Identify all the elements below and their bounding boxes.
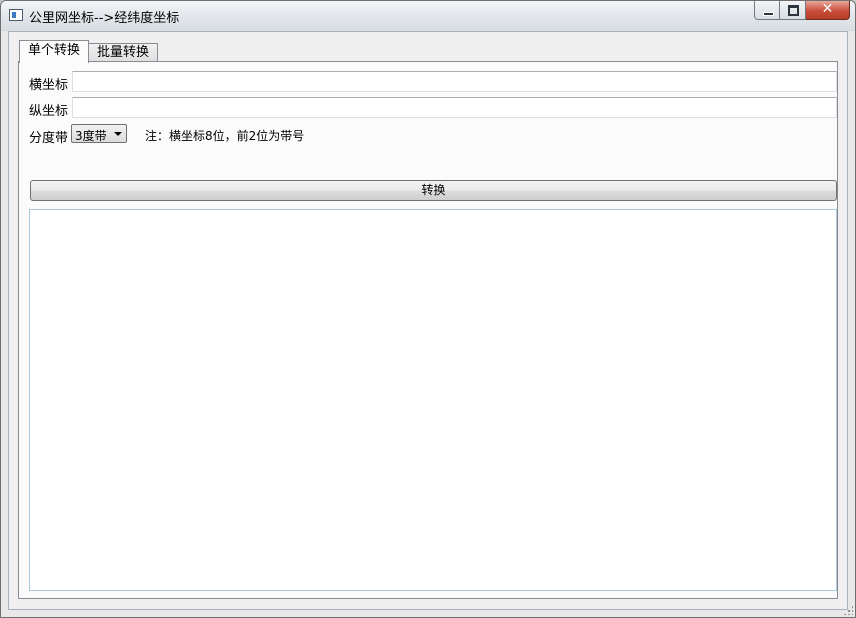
close-button[interactable]: ✕ <box>806 1 850 20</box>
app-icon <box>9 9 23 21</box>
client-area: 单个转换 批量转换 横坐标 纵坐标 分度带 3度带 注：横坐标8位，前2位为带号… <box>8 31 848 610</box>
zone-label: 分度带 <box>29 131 69 146</box>
minimize-button[interactable] <box>754 1 780 20</box>
maximize-button[interactable] <box>780 1 806 20</box>
coordinate-note: 注：横坐标8位，前2位为带号 <box>145 129 305 143</box>
zone-row: 分度带 3度带 注：横坐标8位，前2位为带号 <box>29 124 837 146</box>
convert-button[interactable]: 转换 <box>30 180 837 201</box>
x-coordinate-input[interactable] <box>72 71 837 92</box>
chevron-down-icon <box>114 132 122 136</box>
x-coordinate-row: 横坐标 <box>29 71 837 93</box>
single-convert-panel: 横坐标 纵坐标 分度带 3度带 注：横坐标8位，前2位为带号 转换 <box>18 61 838 599</box>
y-coordinate-label: 纵坐标 <box>29 104 69 119</box>
window-title: 公里网坐标-->经纬度坐标 <box>29 11 180 26</box>
y-coordinate-input[interactable] <box>72 97 837 118</box>
y-coordinate-row: 纵坐标 <box>29 97 837 119</box>
close-icon: ✕ <box>821 1 834 17</box>
main-window: 公里网坐标-->经纬度坐标 ✕ 单个转换 批量转换 横坐标 纵坐标 分度带 3度… <box>0 0 856 618</box>
tab-single-convert[interactable]: 单个转换 <box>19 40 90 63</box>
x-coordinate-label: 横坐标 <box>29 78 69 93</box>
title-bar[interactable]: 公里网坐标-->经纬度坐标 ✕ <box>1 1 855 31</box>
tab-batch-convert[interactable]: 批量转换 <box>88 43 159 62</box>
tab-bar: 单个转换 批量转换 <box>19 40 159 63</box>
zone-select-value: 3度带 <box>75 129 107 143</box>
zone-select[interactable]: 3度带 <box>71 124 127 143</box>
window-controls: ✕ <box>754 1 850 21</box>
result-output[interactable] <box>29 209 837 591</box>
